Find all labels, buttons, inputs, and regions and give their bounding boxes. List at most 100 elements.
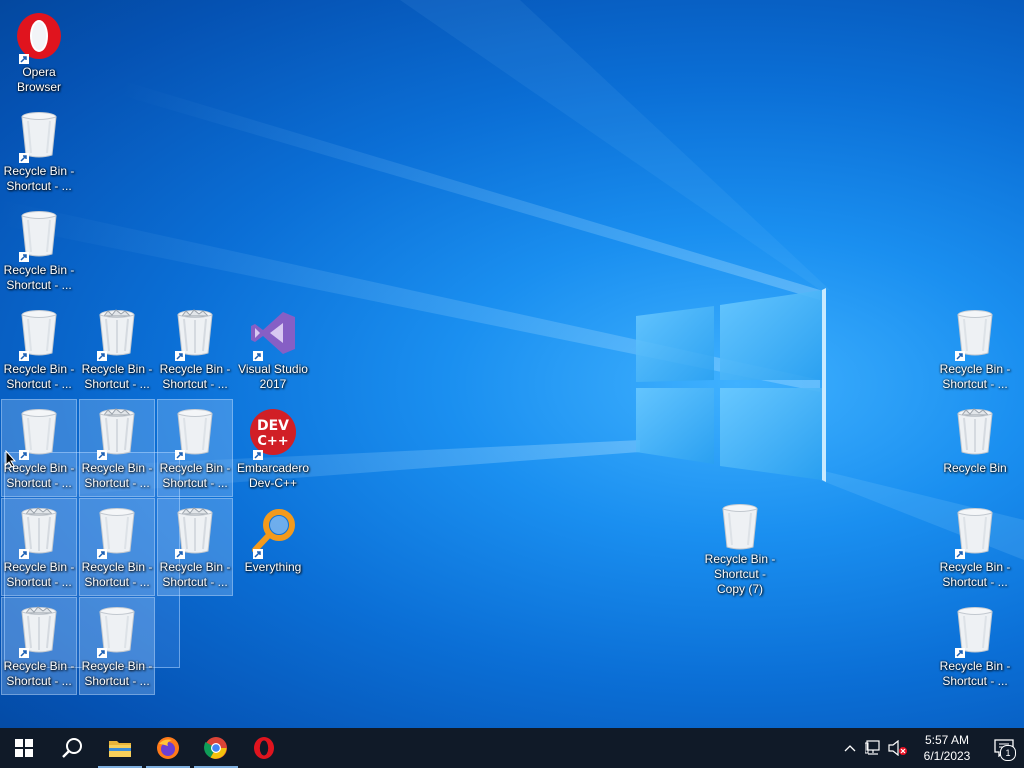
shortcut-arrow-icon [19, 450, 29, 460]
recycle-bin-empty-icon [951, 602, 999, 658]
shortcut-arrow-icon [19, 351, 29, 361]
desktop-icon[interactable]: Recycle Bin - Shortcut - ... [79, 498, 155, 596]
shortcut-arrow-icon [19, 252, 29, 262]
recycle-bin-empty-icon [951, 503, 999, 559]
desktop-icon[interactable]: Recycle Bin - Shortcut - ... [2, 202, 76, 298]
desktop-icon[interactable]: Recycle Bin - Shortcut - ... [80, 301, 154, 397]
desktop-icon[interactable]: Recycle Bin - Shortcut - ... [2, 301, 76, 397]
recycle-bin-full-icon [15, 602, 63, 658]
desktop-icon-label: Recycle Bin - Shortcut - ... [3, 560, 75, 589]
desktop-icon[interactable]: Recycle Bin [938, 400, 1012, 496]
desktop-icon-label: Recycle Bin - Shortcut - ... [81, 461, 153, 490]
desktop-icon-label: Recycle Bin - Shortcut - Copy (7) [704, 552, 776, 596]
desktop-icon[interactable]: Recycle Bin - Shortcut - ... [1, 498, 77, 596]
desktop-icon[interactable]: Recycle Bin - Shortcut - ... [157, 399, 233, 497]
show-hidden-icons-button[interactable] [838, 728, 862, 768]
desktop-icon-label: Recycle Bin - Shortcut - ... [3, 164, 75, 193]
shortcut-arrow-icon [19, 153, 29, 163]
recycle-bin-full-icon [15, 503, 63, 559]
desktop-icon-label: Visual Studio 2017 [238, 362, 308, 391]
recycle-bin-full-icon [93, 404, 141, 460]
desktop-icon-label: Recycle Bin - Shortcut - ... [3, 263, 75, 292]
file-explorer-button[interactable] [96, 728, 144, 768]
volume-muted-icon [888, 740, 907, 756]
shortcut-arrow-icon [955, 351, 965, 361]
everything-icon [249, 503, 297, 559]
devcpp-icon: DEV C++ [249, 404, 297, 460]
shortcut-arrow-icon [175, 351, 185, 361]
desktop-icon[interactable]: Everything [236, 499, 310, 595]
volume-button[interactable] [886, 728, 910, 768]
desktop-icon[interactable]: Recycle Bin - Shortcut - ... [157, 498, 233, 596]
firefox-icon [157, 737, 179, 759]
recycle-bin-empty-icon [15, 107, 63, 163]
action-center-button[interactable]: 1 [984, 728, 1024, 768]
desktop[interactable]: Opera Browser Recycle Bin - Shortcut - .… [0, 0, 1024, 728]
desktop-icon-label: Recycle Bin - Shortcut - ... [159, 560, 231, 589]
recycle-bin-empty-icon [15, 404, 63, 460]
shortcut-arrow-icon [97, 450, 107, 460]
recycle-bin-empty-icon [171, 404, 219, 460]
recycle-bin-empty-icon [15, 305, 63, 361]
chrome-icon [204, 737, 227, 759]
desktop-icon[interactable]: Recycle Bin - Shortcut - ... [79, 399, 155, 497]
desktop-icon-label: Recycle Bin - Shortcut - ... [939, 560, 1011, 589]
desktop-icon-label: Recycle Bin - Shortcut - ... [3, 362, 75, 391]
network-button[interactable] [862, 728, 886, 768]
recycle-bin-empty-icon [93, 602, 141, 658]
desktop-icon[interactable]: Recycle Bin - Shortcut - ... [1, 399, 77, 497]
svg-text:DEV: DEV [257, 418, 289, 434]
desktop-icon-label: Embarcadero Dev-C++ [236, 461, 310, 490]
chevron-up-icon [844, 745, 856, 752]
desktop-icon-label: Recycle Bin - Shortcut - ... [81, 560, 153, 589]
shortcut-arrow-icon [253, 450, 263, 460]
desktop-icon-label: Recycle Bin - Shortcut - ... [159, 362, 231, 391]
desktop-icon-label: Recycle Bin - Shortcut - ... [159, 461, 231, 490]
clock-date: 6/1/2023 [923, 749, 971, 763]
vs-icon [249, 305, 297, 361]
start-button[interactable] [0, 728, 48, 768]
shortcut-arrow-icon [97, 549, 107, 559]
shortcut-arrow-icon [97, 351, 107, 361]
firefox-button[interactable] [144, 728, 192, 768]
desktop-icon[interactable]: Recycle Bin - Shortcut - ... [938, 598, 1012, 694]
desktop-icon[interactable]: Visual Studio 2017 [236, 301, 310, 397]
shortcut-arrow-icon [175, 549, 185, 559]
desktop-icon[interactable]: Recycle Bin - Shortcut - ... [938, 301, 1012, 397]
desktop-icon[interactable]: Recycle Bin - Shortcut - ... [158, 301, 232, 397]
desktop-icon-label: Opera Browser [16, 65, 61, 94]
recycle-bin-full-icon [171, 305, 219, 361]
desktop-icon[interactable]: Recycle Bin - Shortcut - ... [1, 597, 77, 695]
shortcut-arrow-icon [19, 549, 29, 559]
shortcut-arrow-icon [19, 54, 29, 64]
desktop-icon-label: Recycle Bin - Shortcut - ... [81, 362, 153, 391]
notification-count-badge: 1 [1000, 745, 1016, 761]
clock-time: 5:57 AM [924, 733, 970, 747]
desktop-icon-label: Recycle Bin - Shortcut - ... [939, 659, 1011, 688]
desktop-icon[interactable]: Recycle Bin - Shortcut - ... [79, 597, 155, 695]
shortcut-arrow-icon [253, 549, 263, 559]
opera-button[interactable] [240, 728, 288, 768]
desktop-icon[interactable]: Recycle Bin - Shortcut - ... [938, 499, 1012, 595]
desktop-icon-label: Recycle Bin - Shortcut - ... [81, 659, 153, 688]
chrome-button[interactable] [192, 728, 240, 768]
network-icon [865, 740, 880, 755]
desktop-icon-label: Recycle Bin - Shortcut - ... [939, 362, 1011, 391]
svg-text:C++: C++ [257, 434, 288, 449]
clock[interactable]: 5:57 AM 6/1/2023 [910, 732, 984, 764]
windows-logo-icon [15, 739, 33, 757]
recycle-bin-empty-icon [716, 503, 764, 551]
shortcut-arrow-icon [955, 648, 965, 658]
recycle-bin-full-icon [93, 305, 141, 361]
desktop-icon[interactable]: Recycle Bin - Shortcut - Copy (7) [703, 499, 777, 596]
desktop-icon[interactable]: DEV C++ Embarcadero Dev-C++ [236, 400, 310, 496]
recycle-bin-empty-icon [93, 503, 141, 559]
recycle-bin-empty-icon [15, 206, 63, 262]
shortcut-arrow-icon [175, 450, 185, 460]
opera-icon [254, 737, 274, 759]
shortcut-arrow-icon [19, 648, 29, 658]
desktop-icon[interactable]: Recycle Bin - Shortcut - ... [2, 103, 76, 199]
desktop-icon[interactable]: Opera Browser [2, 4, 76, 100]
shortcut-arrow-icon [97, 648, 107, 658]
search-button[interactable] [48, 728, 96, 768]
